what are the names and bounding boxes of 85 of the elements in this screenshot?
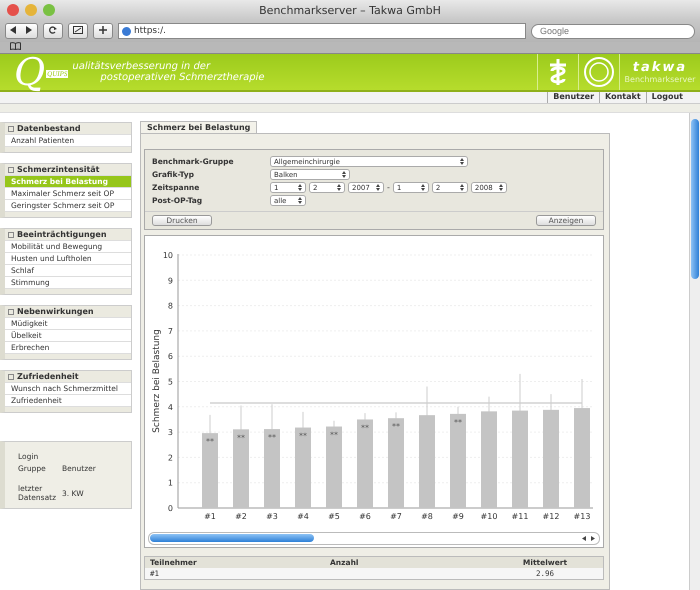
significance-label: ** — [361, 423, 369, 432]
group-title: Datenbestand — [17, 124, 81, 133]
group-title: Nebenwirkungen — [17, 307, 94, 316]
y-tick-label: 0 — [168, 504, 173, 513]
nav-link[interactable]: Benutzer — [547, 92, 600, 103]
vertical-scrollbar[interactable] — [689, 113, 700, 590]
search-field[interactable]: Google — [530, 24, 695, 38]
x-tick-label: #8 — [421, 512, 433, 521]
x-tick-label: #11 — [512, 512, 528, 521]
nav-link[interactable]: Logout — [646, 92, 688, 103]
y-tick-label: 2 — [168, 453, 173, 462]
updown-icon — [298, 184, 302, 191]
range-separator: - — [387, 183, 390, 192]
brand-subtitle: Benchmarkserver — [624, 75, 696, 84]
scroll-thumb[interactable] — [691, 119, 699, 279]
globe-icon — [122, 26, 131, 36]
group-title: Beeinträchtigungen — [17, 230, 107, 239]
y-tick-label: 1 — [168, 478, 173, 488]
collapse-icon[interactable] — [8, 308, 14, 314]
significance-label: ** — [454, 418, 462, 427]
x-tick-label: #2 — [235, 512, 247, 521]
seal-icon — [583, 56, 615, 88]
updown-icon — [337, 184, 341, 191]
y-tick-label: 4 — [168, 402, 173, 412]
updown-icon — [420, 184, 425, 191]
y-tick-label: 7 — [168, 326, 173, 336]
significance-label: ** — [330, 430, 338, 440]
x-tick-label: #7 — [390, 512, 402, 521]
tab[interactable]: Schmerz bei Belastung — [140, 121, 258, 133]
x-tick-label: #9 — [452, 512, 464, 521]
updown-icon — [498, 184, 503, 191]
scroll-thumb[interactable] — [150, 534, 314, 542]
horizontal-scrollbar[interactable] — [148, 532, 600, 545]
x-tick-label: #10 — [480, 512, 498, 521]
book-icon[interactable] — [10, 42, 21, 50]
significance-label: ** — [268, 433, 276, 442]
group-title: Zufriedenheit — [17, 372, 79, 381]
x-tick-label: #5 — [328, 512, 340, 521]
x-tick-label: #4 — [297, 512, 309, 521]
logo-q-letter: Q — [14, 54, 46, 90]
plus-icon — [98, 26, 107, 34]
y-tick-label: 5 — [168, 378, 173, 386]
x-tick-label: #3 — [266, 512, 278, 521]
scroll-arrows-icon[interactable] — [582, 536, 595, 541]
minimize-window-button[interactable] — [25, 4, 37, 16]
x-tick-label: #1 — [204, 512, 216, 521]
address-text: https:/. — [134, 26, 166, 36]
back-forward-button[interactable] — [5, 23, 38, 39]
updown-icon — [460, 158, 464, 165]
y-tick-label: 10 — [162, 251, 173, 260]
brand-logo: takwa — [632, 60, 688, 75]
y-tick-label: 8 — [168, 302, 173, 311]
reload-icon — [48, 26, 57, 34]
add-bookmark-button[interactable] — [92, 23, 113, 39]
address-field[interactable]: https:/. — [118, 23, 526, 39]
zoom-window-button[interactable] — [43, 4, 55, 16]
updown-icon — [342, 171, 346, 178]
collapse-icon[interactable] — [8, 166, 14, 172]
collapse-icon[interactable] — [8, 126, 14, 132]
significance-label: ** — [299, 432, 307, 441]
nav-link[interactable]: Kontakt — [599, 92, 646, 103]
x-tick-label: #12 — [542, 512, 560, 521]
x-tick-label: #13 — [574, 512, 590, 521]
collapse-icon[interactable] — [8, 374, 14, 380]
x-tick-label: #6 — [359, 512, 371, 521]
y-tick-label: 9 — [168, 276, 173, 286]
updown-icon — [460, 184, 464, 191]
updown-icon — [376, 184, 380, 191]
window-title: Benchmarkserver – Takwa GmbH — [259, 4, 441, 16]
significance-label: ** — [206, 437, 214, 446]
header-title: ualitätsverbesserung in der — [72, 61, 211, 72]
close-window-button[interactable] — [7, 4, 19, 16]
significance-label: ** — [237, 433, 245, 442]
reload-button[interactable] — [42, 23, 63, 39]
y-axis-label: Schmerz bei Belastung — [152, 329, 162, 433]
screenshot-button[interactable] — [68, 23, 88, 39]
header-subtitle: postoperativen Schmerztherapie — [100, 72, 264, 83]
collapse-icon[interactable] — [8, 232, 14, 238]
significance-label: ** — [392, 422, 400, 432]
y-tick-label: 3 — [168, 428, 173, 438]
back-forward-arrows-icon — [10, 26, 32, 34]
group-title: Schmerzintensität — [17, 165, 100, 174]
screenshot-icon — [72, 26, 83, 34]
y-tick-label: 6 — [168, 352, 173, 362]
updown-icon — [298, 197, 302, 204]
